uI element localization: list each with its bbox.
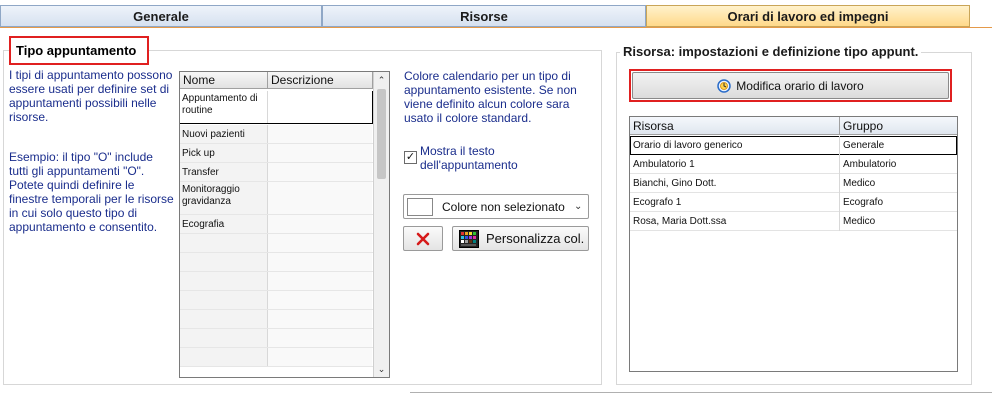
tab-orari-di-lavoro[interactable]: Orari di lavoro ed impegni	[646, 5, 970, 27]
cell-gruppo: Ecografo	[843, 197, 884, 208]
tab-generale[interactable]: Generale	[0, 5, 322, 27]
scroll-down-icon[interactable]: ⌄	[374, 361, 389, 377]
cell-descrizione	[268, 144, 372, 162]
cell-gruppo: Ambulatorio	[843, 159, 897, 170]
cell-gruppo: Medico	[843, 178, 876, 189]
mostra-testo-label: Mostra il testo dell'appuntamento	[420, 144, 518, 172]
mostra-testo-checkbox[interactable]: ✓	[404, 151, 417, 164]
cell-nome: Nuovi pazienti	[180, 125, 268, 143]
table-row[interactable]: Pick up	[180, 144, 373, 163]
delete-color-button[interactable]	[403, 226, 443, 251]
tipo-appuntamento-title-box: Tipo appuntamento	[9, 36, 149, 65]
empty-cell	[180, 253, 268, 271]
tipo-appuntamento-grid[interactable]: Nome Descrizione Appuntamento di routine…	[179, 71, 390, 378]
tab-bar: Generale Risorse Orari di lavoro ed impe…	[0, 0, 992, 30]
colore-combo[interactable]: Colore non selezionato ⌄	[403, 194, 589, 219]
modifica-orario-button[interactable]: Modifica orario di lavoro	[632, 72, 949, 99]
column-header-descrizione[interactable]: Descrizione	[268, 72, 373, 89]
table-row[interactable]: Ecografo 1 Ecografo	[630, 193, 957, 212]
tipo-appuntamento-description: I tipi di appuntamento possono essere us…	[9, 68, 173, 124]
empty-cell	[180, 329, 268, 347]
column-header-nome[interactable]: Nome	[180, 72, 268, 89]
cell-nome: Transfer	[180, 163, 268, 181]
tab-risorse[interactable]: Risorse	[322, 5, 646, 27]
vertical-scrollbar[interactable]: ⌃ ⌄	[373, 72, 389, 377]
cell-nome: Appuntamento di routine	[180, 91, 268, 123]
empty-row[interactable]	[180, 310, 373, 329]
empty-cell	[180, 291, 268, 309]
empty-row[interactable]	[180, 329, 373, 348]
cell-descrizione	[268, 91, 372, 123]
table-row[interactable]: Orario di lavoro generico Generale	[630, 136, 957, 155]
chevron-down-icon[interactable]: ⌄	[574, 201, 588, 212]
empty-cell	[180, 310, 268, 328]
cell-gruppo: Medico	[843, 216, 876, 227]
empty-row[interactable]	[180, 291, 373, 310]
tab-orari-label: Orari di lavoro ed impegni	[727, 8, 889, 24]
column-header-gruppo[interactable]: Gruppo	[840, 117, 957, 135]
table-row[interactable]: Transfer	[180, 163, 373, 182]
cell-descrizione	[268, 163, 372, 181]
personalizza-colore-label: Personalizza col.	[486, 231, 585, 246]
table-row[interactable]: Ecografia	[180, 215, 373, 234]
personalizza-colore-button[interactable]: Personalizza col.	[452, 226, 589, 251]
modifica-orario-label: Modifica orario di lavoro	[736, 78, 864, 93]
cell-descrizione	[268, 125, 372, 143]
clock-icon	[717, 78, 732, 93]
tab-generale-label: Generale	[133, 8, 189, 24]
red-x-icon	[416, 232, 430, 245]
grid-header: Nome Descrizione	[180, 72, 373, 89]
empty-row[interactable]	[180, 348, 373, 367]
table-row[interactable]: Monitoraggio gravidanza	[180, 182, 373, 215]
cell-descrizione	[268, 182, 372, 214]
empty-cell	[268, 310, 372, 328]
empty-cell	[180, 348, 268, 366]
scroll-up-icon[interactable]: ⌃	[374, 72, 389, 88]
empty-cell	[180, 234, 268, 252]
colore-calendario-info: Colore calendario per un tipo di appunta…	[404, 69, 577, 125]
cell-nome: Pick up	[180, 144, 268, 162]
empty-cell	[268, 253, 372, 271]
risorsa-group-title: Risorsa: impostazioni e definizione tipo…	[620, 44, 922, 59]
color-palette-icon	[459, 229, 479, 248]
risorsa-grid-header: Risorsa Gruppo	[630, 117, 957, 135]
table-row[interactable]: Ambulatorio 1 Ambulatorio	[630, 155, 957, 174]
risorsa-grid[interactable]: Risorsa Gruppo Orario di lavoro generico…	[629, 116, 958, 372]
cell-risorsa: Orario di lavoro generico	[630, 136, 840, 155]
color-swatch	[407, 197, 433, 216]
column-header-risorsa[interactable]: Risorsa	[630, 117, 840, 135]
table-row[interactable]: Bianchi, Gino Dott. Medico	[630, 174, 957, 193]
tipo-appuntamento-example: Esempio: il tipo "O" include tutti gli a…	[9, 150, 174, 234]
empty-cell	[268, 234, 372, 252]
empty-row[interactable]	[180, 272, 373, 291]
empty-cell	[180, 272, 268, 290]
cell-nome: Ecografia	[180, 215, 268, 233]
cell-gruppo: Generale	[843, 140, 885, 151]
table-row[interactable]: Nuovi pazienti	[180, 125, 373, 144]
tipo-appuntamento-title: Tipo appuntamento	[16, 43, 137, 58]
cell-descrizione	[268, 215, 372, 233]
tab-underline	[0, 27, 992, 28]
colore-combo-value: Colore non selezionato	[442, 199, 565, 214]
empty-cell	[268, 348, 372, 366]
cell-risorsa: Ambulatorio 1	[630, 155, 840, 174]
cell-risorsa: Ecografo 1	[630, 193, 840, 212]
empty-cell	[268, 329, 372, 347]
table-row[interactable]: Appuntamento di routine	[180, 91, 373, 124]
empty-cell	[268, 291, 372, 309]
scroll-thumb[interactable]	[377, 89, 386, 179]
empty-row[interactable]	[180, 234, 373, 253]
cell-nome: Monitoraggio gravidanza	[180, 182, 268, 214]
table-row[interactable]: Rosa, Maria Dott.ssa Medico	[630, 212, 957, 231]
empty-cell	[268, 272, 372, 290]
cell-risorsa: Rosa, Maria Dott.ssa	[630, 212, 840, 231]
cell-risorsa: Bianchi, Gino Dott.	[630, 174, 840, 193]
tab-risorse-label: Risorse	[460, 8, 508, 24]
empty-row[interactable]	[180, 253, 373, 272]
